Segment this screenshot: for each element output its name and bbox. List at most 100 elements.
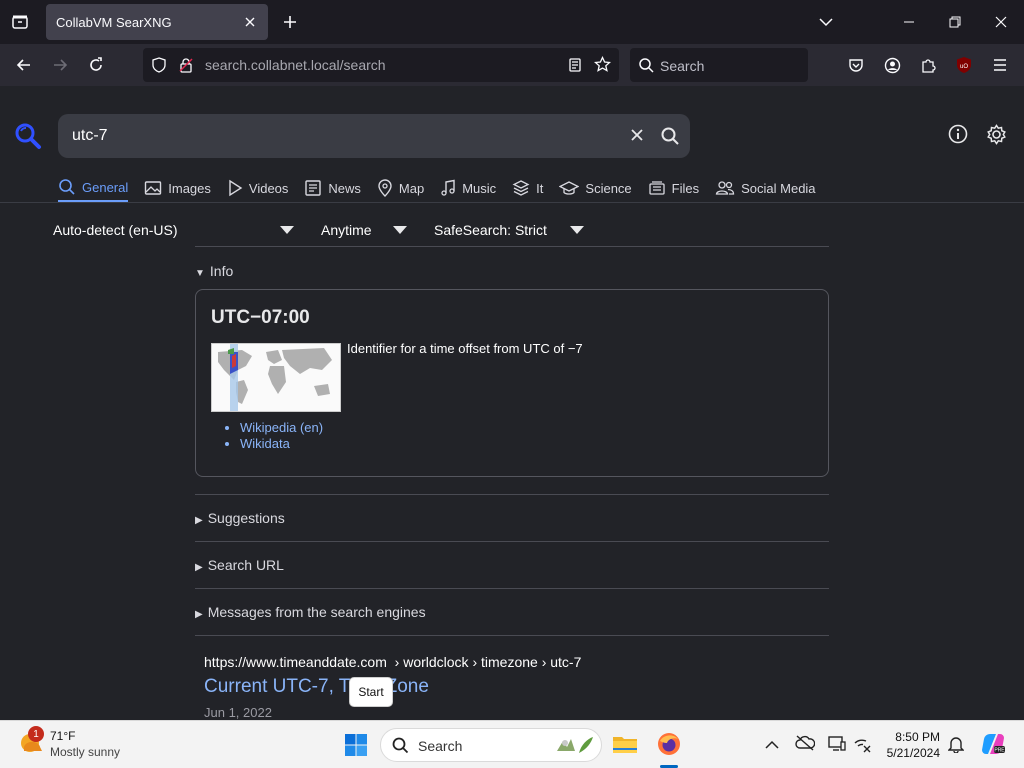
new-tab-button[interactable] bbox=[278, 10, 302, 34]
expanded-triangle-icon: ▼ bbox=[195, 268, 205, 279]
tab-videos[interactable]: Videos bbox=[227, 174, 289, 202]
tab-images[interactable]: Images bbox=[144, 174, 211, 202]
layers-icon bbox=[512, 180, 530, 196]
svg-text:uO: uO bbox=[960, 64, 968, 70]
network-disconnected-icon[interactable] bbox=[853, 735, 871, 758]
notification-bell-icon[interactable] bbox=[947, 735, 965, 758]
forward-icon[interactable] bbox=[48, 53, 72, 77]
collapsed-triangle-icon: ▶ bbox=[195, 562, 203, 573]
time-dropdown-icon[interactable] bbox=[393, 226, 407, 234]
divider bbox=[195, 635, 829, 636]
timezone-map-image[interactable] bbox=[211, 343, 341, 412]
tab-it[interactable]: It bbox=[512, 174, 543, 202]
clear-search-icon[interactable] bbox=[628, 126, 646, 149]
account-icon[interactable] bbox=[880, 53, 904, 77]
ublock-icon[interactable]: uO bbox=[952, 53, 976, 77]
clock[interactable]: 8:50 PM 5/21/2024 bbox=[880, 729, 940, 761]
search-icon bbox=[59, 179, 75, 195]
copilot-icon[interactable]: PRE bbox=[980, 731, 1006, 762]
extensions-icon[interactable] bbox=[916, 53, 940, 77]
shield-icon[interactable] bbox=[151, 57, 167, 78]
safesearch-dropdown-icon[interactable] bbox=[570, 226, 584, 234]
close-window-icon[interactable] bbox=[987, 8, 1015, 36]
engine-messages-toggle[interactable]: ▶ Messages from the search engines bbox=[195, 604, 426, 620]
tab-label: Videos bbox=[248, 180, 289, 196]
windows-start-icon[interactable] bbox=[344, 733, 368, 762]
time-range-select[interactable]: Anytime bbox=[321, 222, 372, 238]
safesearch-select[interactable]: SafeSearch: Strict bbox=[434, 222, 547, 238]
suggestions-label: Suggestions bbox=[207, 510, 285, 526]
result-url[interactable]: https://www.timeanddate.com › worldclock… bbox=[204, 654, 581, 670]
tab-map[interactable]: Map bbox=[377, 174, 424, 202]
weather-condition: Mostly sunny bbox=[50, 745, 121, 759]
graduation-cap-icon bbox=[559, 181, 580, 195]
tab-general[interactable]: General bbox=[58, 174, 129, 202]
tab-science[interactable]: Science bbox=[559, 174, 632, 202]
infobox-title: UTC−07:00 bbox=[211, 307, 310, 328]
music-icon bbox=[441, 179, 455, 196]
search-submit-icon[interactable] bbox=[660, 126, 680, 151]
file-explorer-icon[interactable] bbox=[612, 732, 638, 761]
search-url-toggle[interactable]: ▶ Search URL bbox=[195, 557, 284, 573]
url-bar[interactable]: search.collabnet.local/search bbox=[143, 48, 619, 82]
tab-list-icon[interactable] bbox=[8, 10, 32, 34]
navigation-toolbar: search.collabnet.local/search Search uO bbox=[0, 44, 1024, 86]
result-url-breadcrumb: › worldclock › timezone › utc-7 bbox=[394, 654, 582, 670]
clock-date: 5/21/2024 bbox=[886, 746, 940, 760]
taskbar-search-placeholder: Search bbox=[418, 738, 463, 754]
tab-label: News bbox=[328, 180, 361, 196]
language-dropdown-icon[interactable] bbox=[280, 226, 294, 234]
restore-icon[interactable] bbox=[941, 8, 969, 36]
browser-tab[interactable]: CollabVM SearXNG bbox=[46, 4, 268, 40]
wikidata-link[interactable]: Wikidata bbox=[240, 436, 323, 451]
weather-badge: 1 bbox=[28, 726, 44, 742]
windows-taskbar: 1 71°F Mostly sunny Search 8:50 PM 5/21/… bbox=[0, 720, 1024, 768]
tab-news[interactable]: News bbox=[304, 174, 361, 202]
result-date: Jun 1, 2022 bbox=[204, 705, 272, 720]
search-icon bbox=[392, 737, 409, 759]
chevron-up-icon[interactable] bbox=[765, 737, 779, 755]
play-icon bbox=[229, 179, 243, 197]
divider bbox=[195, 246, 829, 247]
tab-social-media[interactable]: Social Media bbox=[715, 174, 816, 202]
url-path: /search bbox=[339, 57, 386, 73]
gear-icon[interactable] bbox=[986, 124, 1007, 150]
newspaper-icon bbox=[305, 180, 322, 196]
result-title-link[interactable]: Current UTC-7, Time Zone bbox=[204, 676, 429, 698]
list-all-tabs-icon[interactable] bbox=[812, 8, 840, 36]
menu-icon[interactable] bbox=[988, 53, 1012, 77]
searxng-logo-icon[interactable] bbox=[14, 122, 42, 155]
category-divider bbox=[0, 202, 1024, 203]
tab-title: CollabVM SearXNG bbox=[56, 14, 172, 30]
tab-files[interactable]: Files bbox=[648, 174, 699, 202]
pocket-icon[interactable] bbox=[844, 53, 868, 77]
result-url-host: https://www.timeanddate.com bbox=[204, 654, 387, 670]
firefox-icon[interactable] bbox=[656, 731, 682, 762]
browser-search-bar[interactable]: Search bbox=[630, 48, 808, 82]
wikipedia-link[interactable]: Wikipedia (en) bbox=[240, 420, 323, 435]
taskbar-search-box[interactable]: Search bbox=[380, 728, 602, 762]
search-query[interactable]: utc-7 bbox=[72, 127, 108, 145]
display-icon[interactable] bbox=[828, 735, 846, 758]
info-toggle[interactable]: ▼ Info bbox=[195, 263, 233, 279]
cloud-offline-icon[interactable] bbox=[795, 735, 816, 756]
bookmark-star-icon[interactable] bbox=[593, 55, 612, 78]
language-select[interactable]: Auto-detect (en-US) bbox=[53, 222, 178, 238]
tab-label: Music bbox=[462, 180, 497, 196]
tab-label: Social Media bbox=[741, 180, 816, 196]
search-highlight-icon bbox=[553, 733, 597, 762]
start-tooltip: Start bbox=[349, 677, 393, 707]
engine-messages-label: Messages from the search engines bbox=[207, 604, 426, 620]
weather-widget[interactable]: 1 71°F Mostly sunny bbox=[18, 726, 120, 760]
info-icon[interactable] bbox=[948, 124, 968, 149]
reader-view-icon[interactable] bbox=[567, 57, 583, 78]
minimize-icon[interactable] bbox=[895, 8, 923, 36]
reload-icon[interactable] bbox=[84, 53, 108, 77]
suggestions-toggle[interactable]: ▶ Suggestions bbox=[195, 510, 285, 526]
searxng-page: utc-7 General Images Videos News Map Mus… bbox=[0, 86, 1024, 720]
lock-icon[interactable] bbox=[178, 57, 194, 78]
tab-music[interactable]: Music bbox=[440, 174, 496, 202]
close-tab-icon[interactable] bbox=[242, 14, 258, 30]
back-icon[interactable] bbox=[12, 53, 36, 77]
search-input[interactable]: utc-7 bbox=[58, 114, 690, 158]
